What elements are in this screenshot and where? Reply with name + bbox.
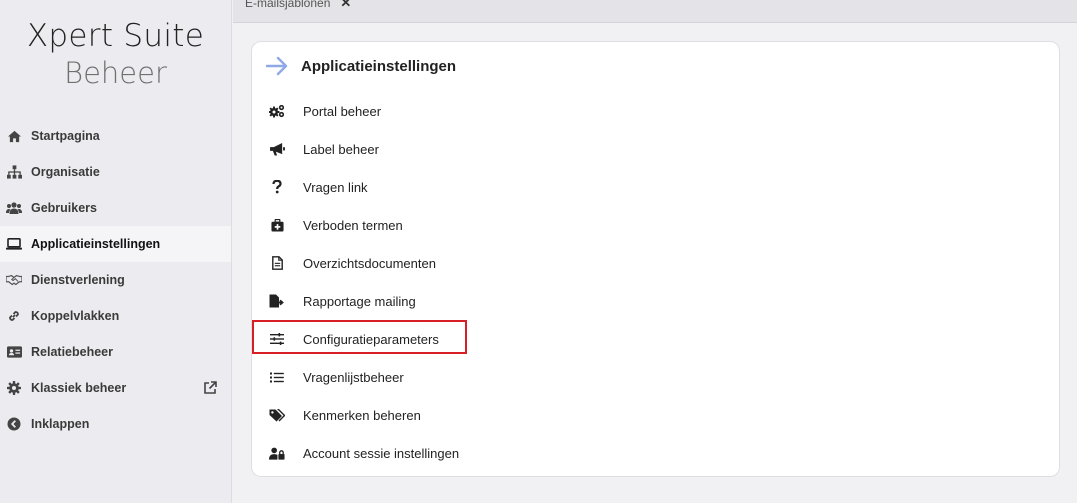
sidebar-item-label: Koppelvlakken xyxy=(31,309,120,323)
card-header: Applicatieinstellingen xyxy=(265,56,457,76)
sitemap-icon xyxy=(6,164,22,180)
sidebar-item-relatiebeheer[interactable]: Relatiebeheer xyxy=(0,334,231,370)
menu-item-portal-beheer[interactable]: Portal beheer xyxy=(252,92,1059,130)
sidebar-item-klassiek-beheer[interactable]: Klassiek beheer xyxy=(0,370,231,406)
list-icon xyxy=(269,369,285,385)
menu-item-kenmerken-beheren[interactable]: Kenmerken beheren xyxy=(252,396,1059,434)
menu-item-label: Configuratieparameters xyxy=(303,331,439,347)
sidebar-item-label: Startpagina xyxy=(31,129,100,143)
link-icon xyxy=(6,308,22,324)
document-icon xyxy=(269,255,285,271)
brand-title: Xpert Suite xyxy=(26,18,205,54)
sidebar-nav: Startpagina Organisatie Gebruikers Appli… xyxy=(0,118,231,442)
home-icon xyxy=(6,128,22,144)
sidebar-item-label: Organisatie xyxy=(31,165,100,179)
menu-item-verboden-termen[interactable]: Verboden termen xyxy=(252,206,1059,244)
tab-e-mailsjablonen[interactable]: E-mailsjablonen ✕ xyxy=(245,0,351,11)
brand-subtitle: Beheer xyxy=(64,56,167,90)
question-icon xyxy=(269,179,285,195)
tab-label: E-mailsjablonen xyxy=(245,0,331,10)
menu-item-label: Vragen link xyxy=(303,179,368,195)
medkit-icon xyxy=(269,217,285,233)
sidebar-item-startpagina[interactable]: Startpagina xyxy=(0,118,231,154)
sidebar-item-inklappen[interactable]: Inklappen xyxy=(0,406,231,442)
id-card-icon xyxy=(6,344,22,360)
sidebar-item-organisatie[interactable]: Organisatie xyxy=(0,154,231,190)
sidebar-item-koppelvlakken[interactable]: Koppelvlakken xyxy=(0,298,231,334)
external-link-icon[interactable] xyxy=(203,381,217,395)
file-export-icon xyxy=(269,293,285,309)
sidebar-item-label: Inklappen xyxy=(31,417,90,431)
menu-item-vragenlijstbeheer[interactable]: Vragenlijstbeheer xyxy=(252,358,1059,396)
menu-item-vragen-link[interactable]: Vragen link xyxy=(252,168,1059,206)
arrow-right-icon xyxy=(265,56,288,76)
settings-card: Applicatieinstellingen Portal beheer Lab… xyxy=(251,41,1060,477)
cogs-icon xyxy=(269,103,285,119)
laptop-icon xyxy=(6,236,22,252)
menu-item-account-sessie-instellingen[interactable]: Account sessie instellingen xyxy=(252,434,1059,472)
settings-menu: Portal beheer Label beheer Vragen link V… xyxy=(252,92,1059,472)
menu-item-label: Rapportage mailing xyxy=(303,293,416,309)
menu-item-label: Account sessie instellingen xyxy=(303,445,460,461)
close-icon[interactable]: ✕ xyxy=(340,0,351,11)
menu-item-label: Kenmerken beheren xyxy=(303,407,421,423)
menu-item-rapportage-mailing[interactable]: Rapportage mailing xyxy=(252,282,1059,320)
sidebar-item-label: Klassiek beheer xyxy=(31,381,127,395)
menu-item-label: Label beheer xyxy=(303,141,379,157)
sidebar-item-dienstverlening[interactable]: Dienstverlening xyxy=(0,262,231,298)
sidebar-item-label: Applicatieinstellingen xyxy=(31,237,161,251)
menu-item-overzichtsdocumenten[interactable]: Overzichtsdocumenten xyxy=(252,244,1059,282)
tags-icon xyxy=(269,407,285,423)
menu-item-configuratieparameters[interactable]: Configuratieparameters xyxy=(252,320,1059,358)
menu-item-label: Overzichtsdocumenten xyxy=(303,255,436,271)
sidebar-item-label: Relatiebeheer xyxy=(31,345,113,359)
user-lock-icon xyxy=(269,445,285,461)
sidebar: Xpert Suite Beheer Startpagina Organisat… xyxy=(0,0,232,503)
sidebar-item-label: Gebruikers xyxy=(31,201,98,215)
menu-item-label: Portal beheer xyxy=(303,103,382,119)
menu-item-label: Verboden termen xyxy=(303,217,403,233)
sliders-icon xyxy=(269,331,285,347)
handshake-icon xyxy=(6,272,22,288)
menu-item-label-beheer[interactable]: Label beheer xyxy=(252,130,1059,168)
gear-icon xyxy=(6,380,22,396)
tab-bar: E-mailsjablonen ✕ xyxy=(233,0,1077,23)
menu-item-label: Vragenlijstbeheer xyxy=(303,369,404,385)
brand: Xpert Suite Beheer xyxy=(0,0,231,112)
sidebar-item-label: Dienstverlening xyxy=(31,273,125,287)
page-title: Applicatieinstellingen xyxy=(301,57,457,75)
sidebar-item-applicatieinstellingen[interactable]: Applicatieinstellingen xyxy=(0,226,231,262)
megaphone-icon xyxy=(269,141,285,157)
users-icon xyxy=(6,200,22,216)
chevron-left-circle-icon xyxy=(6,416,22,432)
sidebar-item-gebruikers[interactable]: Gebruikers xyxy=(0,190,231,226)
